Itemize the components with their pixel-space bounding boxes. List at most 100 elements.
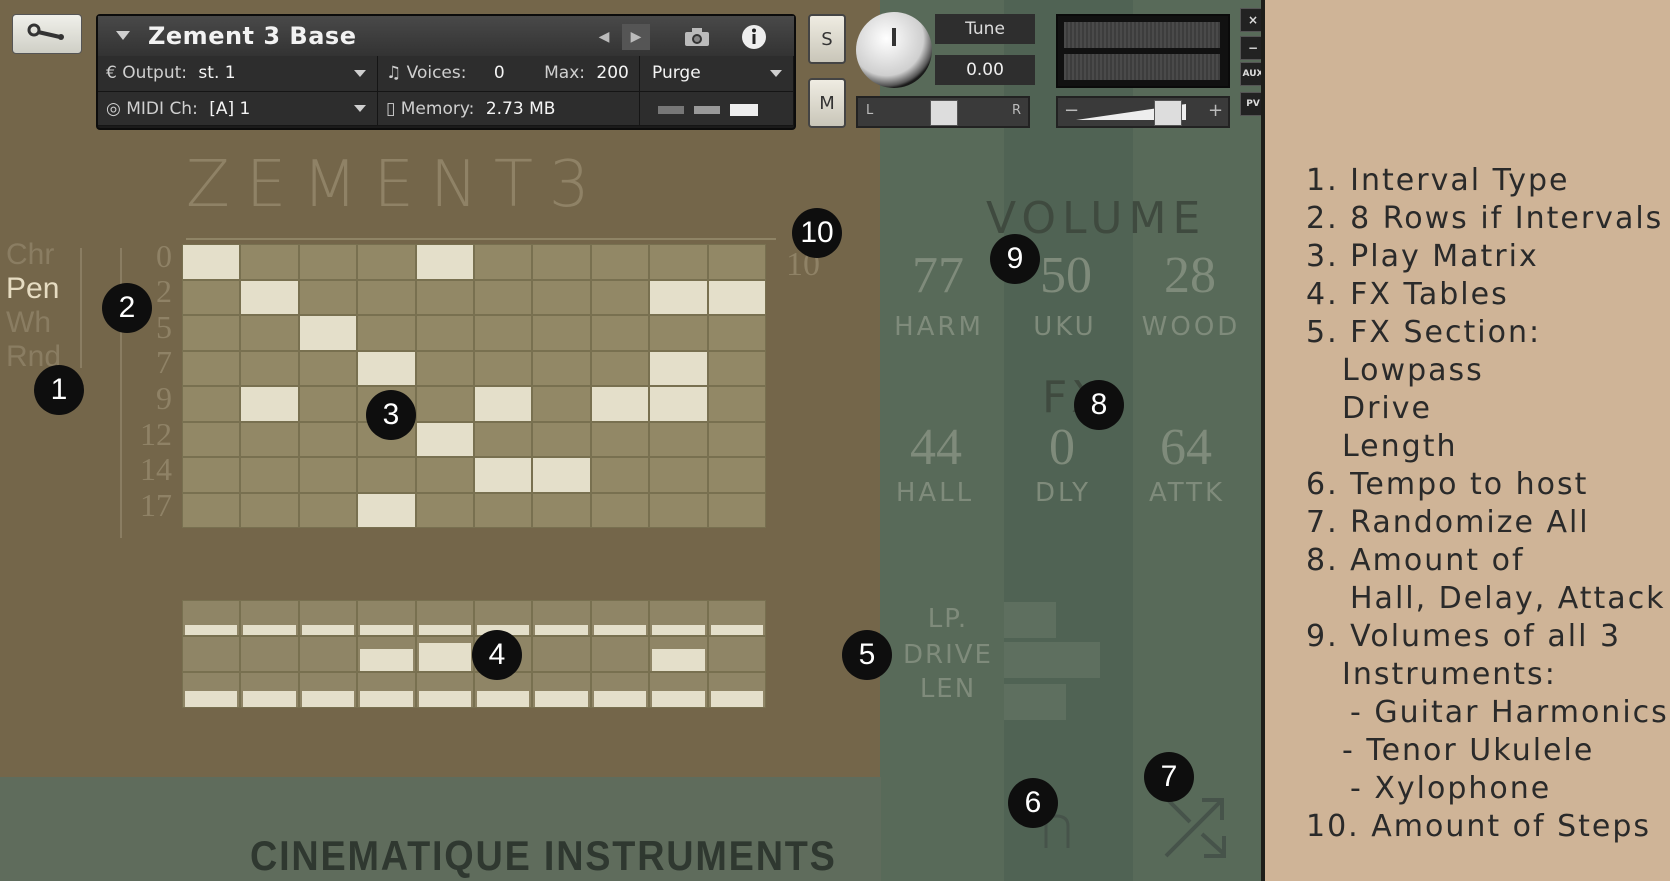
matrix-cell[interactable] (474, 350, 533, 386)
fx-table-cell[interactable] (590, 636, 650, 672)
fx-table-cell[interactable] (649, 600, 708, 636)
matrix-cell[interactable] (182, 244, 241, 280)
fx-table-cell[interactable] (182, 636, 241, 672)
matrix-cell[interactable] (590, 350, 650, 386)
fx-table-cell[interactable] (415, 636, 474, 672)
matrix-cell[interactable] (707, 421, 766, 457)
close-button[interactable]: × (1240, 8, 1261, 32)
matrix-cell[interactable] (707, 457, 766, 493)
matrix-cell[interactable] (298, 457, 358, 493)
fx-table-cell[interactable] (532, 672, 591, 708)
fx-table-cell[interactable] (415, 672, 474, 708)
attack-amount-value[interactable]: 64 (1126, 418, 1246, 477)
mute-button[interactable]: M (808, 78, 846, 128)
matrix-cell[interactable] (182, 457, 241, 493)
fx-table-cell[interactable] (649, 672, 708, 708)
matrix-cell[interactable] (415, 386, 474, 422)
prev-instrument-icon[interactable]: ◀ (590, 24, 618, 50)
fx-table-cell[interactable] (298, 636, 358, 672)
matrix-cell[interactable] (240, 386, 299, 422)
matrix-cell[interactable] (649, 244, 708, 280)
matrix-cell[interactable] (532, 315, 591, 351)
matrix-cell[interactable] (474, 244, 533, 280)
matrix-cell[interactable] (590, 386, 650, 422)
matrix-cell[interactable] (474, 315, 533, 351)
play-matrix[interactable] (182, 244, 766, 528)
fx-table-cell[interactable] (298, 672, 358, 708)
matrix-cell[interactable] (590, 279, 650, 315)
next-instrument-icon[interactable]: ▶ (622, 24, 650, 50)
hall-amount-value[interactable]: 44 (876, 418, 996, 477)
fx-table-cell[interactable] (182, 672, 241, 708)
tune-knob[interactable] (856, 12, 932, 88)
matrix-cell[interactable] (707, 244, 766, 280)
matrix-cell[interactable] (649, 492, 708, 528)
matrix-cell[interactable] (298, 279, 358, 315)
interval-type-pen[interactable]: Pen (6, 272, 59, 306)
matrix-cell[interactable] (240, 492, 299, 528)
pv-button[interactable]: PV (1240, 92, 1261, 116)
matrix-cell[interactable] (415, 421, 474, 457)
matrix-cell[interactable] (357, 350, 416, 386)
matrix-cell[interactable] (182, 350, 241, 386)
matrix-cell[interactable] (474, 386, 533, 422)
matrix-cell[interactable] (298, 421, 358, 457)
max-value[interactable]: 200 (596, 63, 628, 83)
step-range-bar[interactable] (186, 238, 776, 240)
matrix-cell[interactable] (474, 492, 533, 528)
harm-volume-value[interactable]: 77 (878, 246, 998, 305)
collapse-triangle-icon[interactable] (116, 31, 130, 40)
matrix-cell[interactable] (415, 315, 474, 351)
lowpass-slider[interactable] (1004, 602, 1056, 638)
matrix-cell[interactable] (415, 492, 474, 528)
camera-icon[interactable] (680, 24, 714, 50)
matrix-cell[interactable] (707, 350, 766, 386)
matrix-cell[interactable] (532, 457, 591, 493)
matrix-cell[interactable] (240, 279, 299, 315)
matrix-cell[interactable] (415, 350, 474, 386)
tune-value[interactable]: 0.00 (935, 55, 1035, 85)
fx-table-cell[interactable] (532, 600, 591, 636)
matrix-cell[interactable] (649, 457, 708, 493)
purge-menu[interactable]: Purge (640, 56, 794, 92)
matrix-cell[interactable] (182, 386, 241, 422)
matrix-cell[interactable] (590, 457, 650, 493)
matrix-cell[interactable] (532, 421, 591, 457)
matrix-cell[interactable] (357, 244, 416, 280)
length-slider[interactable] (1004, 684, 1066, 720)
matrix-cell[interactable] (532, 279, 591, 315)
matrix-cell[interactable] (182, 492, 241, 528)
matrix-cell[interactable] (649, 279, 708, 315)
fx-table-cell[interactable] (532, 636, 591, 672)
matrix-cell[interactable] (649, 386, 708, 422)
info-icon[interactable] (740, 23, 768, 51)
matrix-cell[interactable] (298, 244, 358, 280)
matrix-cell[interactable] (532, 492, 591, 528)
fx-table-cell[interactable] (240, 600, 299, 636)
fx-table-cell[interactable] (415, 600, 474, 636)
output-selector[interactable]: € Output: st. 1 (98, 56, 378, 92)
matrix-cell[interactable] (298, 386, 358, 422)
matrix-cell[interactable] (240, 457, 299, 493)
fx-table-cell[interactable] (590, 672, 650, 708)
pan-slider[interactable]: L R (856, 96, 1030, 128)
matrix-cell[interactable] (415, 279, 474, 315)
matrix-cell[interactable] (298, 492, 358, 528)
matrix-cell[interactable] (474, 279, 533, 315)
matrix-cell[interactable] (240, 421, 299, 457)
matrix-cell[interactable] (590, 315, 650, 351)
fx-table-cell[interactable] (707, 600, 766, 636)
matrix-cell[interactable] (707, 315, 766, 351)
volume-slider-handle[interactable] (1154, 100, 1182, 126)
matrix-cell[interactable] (240, 315, 299, 351)
matrix-cell[interactable] (240, 350, 299, 386)
fx-table-cell[interactable] (357, 636, 416, 672)
fx-table-cell[interactable] (240, 672, 299, 708)
fx-table-cell[interactable] (240, 636, 299, 672)
matrix-cell[interactable] (357, 492, 416, 528)
matrix-cell[interactable] (415, 244, 474, 280)
matrix-cell[interactable] (590, 244, 650, 280)
matrix-cell[interactable] (532, 350, 591, 386)
matrix-cell[interactable] (182, 315, 241, 351)
pan-slider-handle[interactable] (930, 100, 958, 126)
